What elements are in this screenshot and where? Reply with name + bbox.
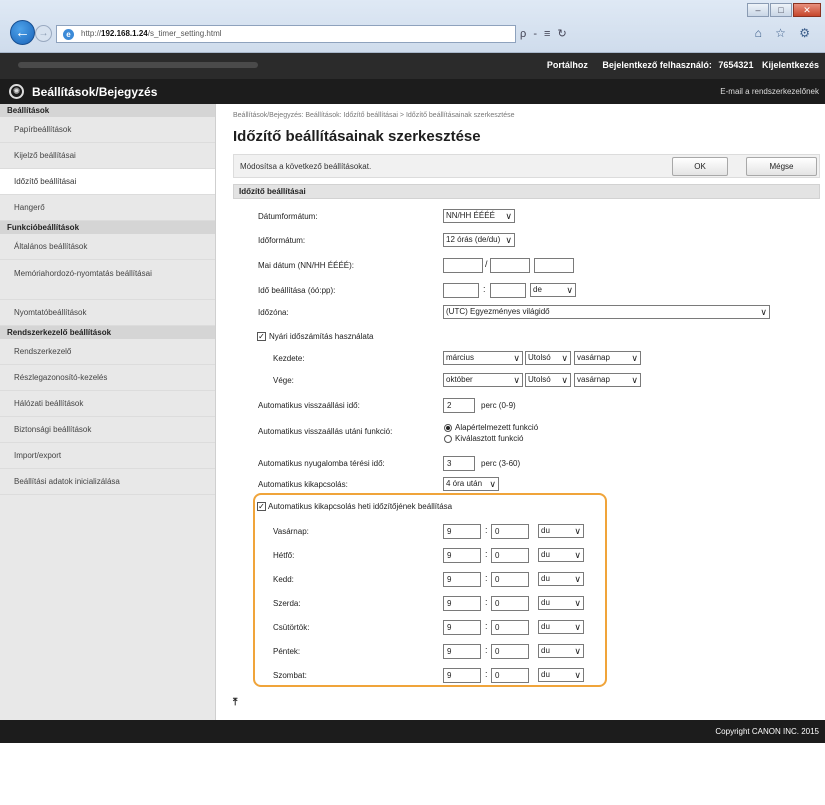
sidebar-item-dept-id[interactable]: Részlegazonosító-kezelés	[0, 365, 215, 391]
top-links: Portálhoz Bejelentkező felhasználó: 7654…	[535, 60, 819, 70]
app-title: Beállítások/Bejegyzés	[32, 85, 158, 99]
sidebar-item-printer[interactable]: Nyomtatóbeállítások	[0, 300, 215, 326]
ok-button[interactable]: OK	[672, 157, 728, 176]
ampm-select[interactable]: de	[530, 283, 576, 297]
selected-function-radio[interactable]	[444, 435, 452, 443]
auto-reset-label: Automatikus visszaállási idő:	[258, 401, 360, 410]
dst-end-month-select[interactable]: október	[443, 373, 523, 387]
dst-end-day-select[interactable]: vasárnap	[574, 373, 641, 387]
sleep-time-label: Automatikus nyugalomba térési idő:	[258, 459, 385, 468]
day-input[interactable]	[443, 258, 483, 273]
time-format-select[interactable]: 12 órás (de/du)	[443, 233, 515, 247]
info-bar: Módosítsa a következő beállításokat. OK …	[233, 154, 820, 178]
date-format-select[interactable]: NN/HH ÉÉÉÉ	[443, 209, 515, 223]
auto-shutdown-select[interactable]: 4 óra után	[443, 477, 499, 491]
maximize-icon[interactable]: □	[770, 3, 792, 17]
sidebar-item-timer[interactable]: Időzítő beállításai	[0, 169, 215, 195]
dst-checkbox[interactable]: ✓	[257, 332, 266, 341]
sidebar-item-memory-print[interactable]: Memóriahordozó-nyomtatás beállításai	[0, 260, 215, 300]
ie-logo-icon: e	[63, 29, 74, 40]
browser-chrome: – □ ✕ ← → e http://192.168.1.24/s_timer_…	[0, 0, 825, 53]
logout-link[interactable]: Kijelentkezés	[762, 60, 819, 70]
sidebar-item-import-export[interactable]: Import/export	[0, 443, 215, 469]
sidebar-heading: Beállítások	[0, 104, 215, 117]
dst-start-month-select[interactable]: március	[443, 351, 523, 365]
device-name-blurred	[18, 62, 258, 68]
forward-button[interactable]: →	[35, 25, 52, 42]
mail-admin-link[interactable]: E-mail a rendszerkezelőnek	[720, 87, 819, 96]
sidebar-item-network[interactable]: Hálózati beállítások	[0, 391, 215, 417]
sidebar-item-display[interactable]: Kijelző beállításai	[0, 143, 215, 169]
today-date-label: Mai dátum (NN/HH ÉÉÉÉ):	[258, 261, 355, 270]
year-input[interactable]	[534, 258, 574, 273]
sidebar-item-general[interactable]: Általános beállítások	[0, 234, 215, 260]
hour-input[interactable]	[443, 283, 479, 298]
default-function-radio[interactable]	[444, 424, 452, 432]
highlight-frame	[253, 493, 607, 687]
address-bar[interactable]: e http://192.168.1.24/s_timer_setting.ht…	[56, 25, 516, 43]
sidebar-item-security[interactable]: Biztonsági beállítások	[0, 417, 215, 443]
minute-input[interactable]	[490, 283, 526, 298]
user-id: 7654321	[718, 60, 754, 70]
sidebar-item-sysadmin[interactable]: Rendszerkezelő	[0, 339, 215, 365]
time-format-label: Időformátum:	[258, 236, 306, 245]
url-prefix: http://	[81, 29, 102, 38]
date-separator: /	[485, 259, 488, 269]
scroll-to-top-icon[interactable]: ⤒	[233, 697, 237, 708]
dst-start-label: Kezdete:	[273, 354, 305, 363]
section-heading: Időzítő beállításai	[233, 184, 820, 199]
after-reset-label: Automatikus visszaállás utáni funkció:	[258, 427, 393, 436]
minimize-icon[interactable]: –	[747, 3, 769, 17]
cancel-button[interactable]: Mégse	[746, 157, 817, 176]
sidebar-item-init[interactable]: Beállítási adatok inicializálása	[0, 469, 215, 495]
portal-link[interactable]: Portálhoz	[547, 60, 588, 70]
close-icon[interactable]: ✕	[793, 3, 821, 17]
home-favorites-settings-icons[interactable]: ⌂ ☆ ⚙	[755, 26, 815, 40]
auto-reset-unit: perc (0-9)	[481, 401, 516, 410]
auto-shutdown-label: Automatikus kikapcsolás:	[258, 480, 348, 489]
sidebar-item-volume[interactable]: Hangerő	[0, 195, 215, 221]
sidebar: Beállítások Papírbeállítások Kijelző beá…	[0, 104, 216, 720]
sidebar-heading: Funkcióbeállítások	[0, 221, 215, 234]
back-button[interactable]: ←	[10, 20, 35, 45]
dst-start-week-select[interactable]: Utolsó	[525, 351, 571, 365]
time-set-label: Idő beállítása (óó:pp):	[258, 286, 336, 295]
dst-start-day-select[interactable]: vasárnap	[574, 351, 641, 365]
login-user-label: Bejelentkező felhasználó:	[602, 60, 712, 70]
dst-end-label: Vége:	[273, 376, 294, 385]
top-bar: Portálhoz Bejelentkező felhasználó: 7654…	[0, 53, 825, 79]
footer: Copyright CANON INC. 2015	[0, 720, 825, 743]
settings-logo-icon: ✺	[9, 84, 24, 99]
sidebar-item-paper[interactable]: Papírbeállítások	[0, 117, 215, 143]
sleep-time-input[interactable]: 3	[443, 456, 475, 471]
sleep-time-unit: perc (3-60)	[481, 459, 521, 468]
dst-label: Nyári időszámítás használata	[269, 332, 374, 341]
sidebar-heading: Rendszerkezelő beállítások	[0, 326, 215, 339]
auto-reset-input[interactable]: 2	[443, 398, 475, 413]
timezone-select[interactable]: (UTC) Egyezményes világidő	[443, 305, 770, 319]
address-tools[interactable]: ρ - ≡ ↻	[520, 27, 569, 40]
timezone-label: Időzóna:	[258, 308, 289, 317]
date-format-label: Dátumformátum:	[258, 212, 318, 221]
url-host: 192.168.1.24	[101, 29, 148, 38]
copyright: Copyright CANON INC. 2015	[715, 727, 819, 736]
window-controls: – □ ✕	[746, 3, 821, 17]
selected-function-label: Kiválasztott funkció	[455, 434, 524, 443]
time-separator: :	[483, 284, 486, 294]
page-title: Időzítő beállításainak szerkesztése	[233, 128, 481, 145]
url-path: /s_timer_setting.html	[147, 29, 222, 38]
title-bar: ✺ Beállítások/Bejegyzés E-mail a rendsze…	[0, 79, 825, 104]
default-function-label: Alapértelmezett funkció	[455, 423, 539, 432]
dst-end-week-select[interactable]: Utolsó	[525, 373, 571, 387]
info-message: Módosítsa a következő beállításokat.	[240, 162, 372, 171]
breadcrumb: Beállítások/Bejegyzés: Beállítások: Időz…	[233, 112, 515, 119]
month-input[interactable]	[490, 258, 530, 273]
